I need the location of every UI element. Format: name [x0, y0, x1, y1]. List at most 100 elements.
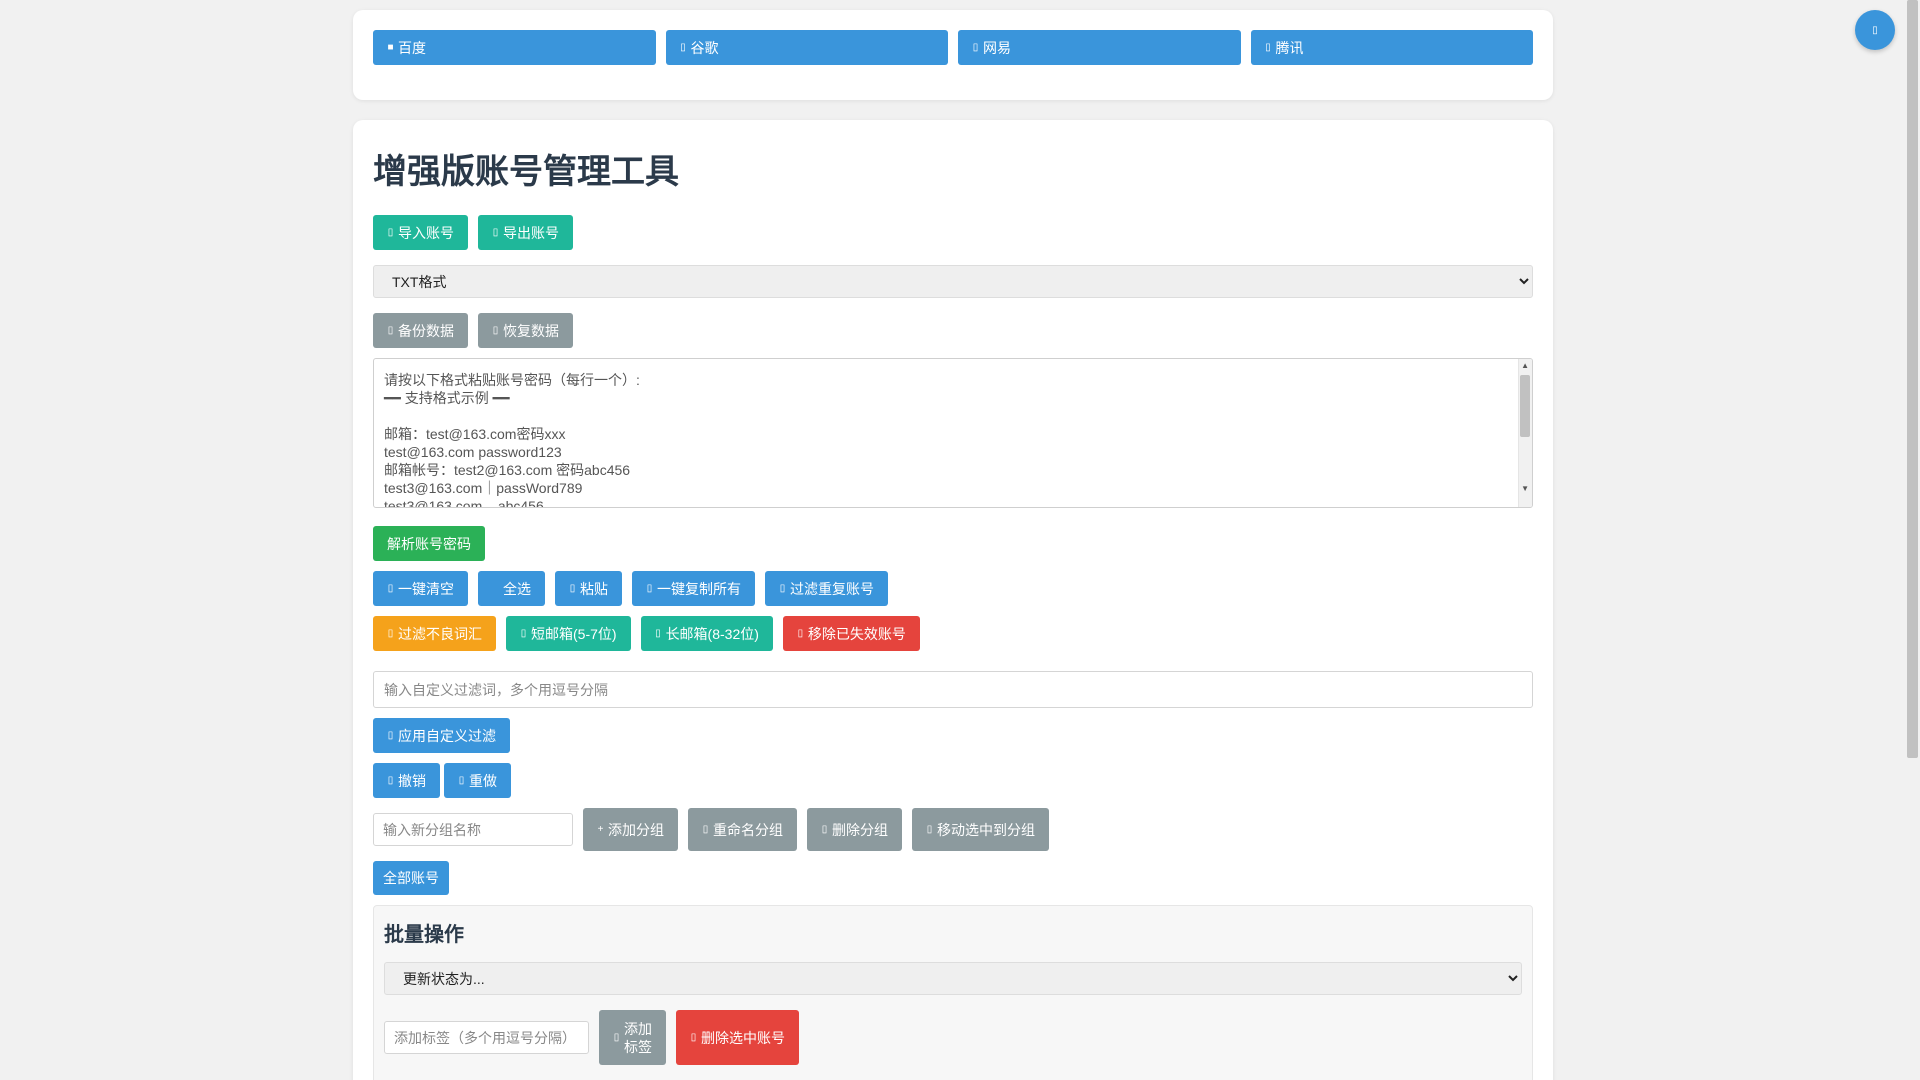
envelope-icon: ▯ [520, 628, 527, 639]
delete-group-label: 删除分组 [832, 821, 888, 838]
delete-selected-label: 删除选中账号 [701, 1029, 785, 1046]
page-title: 增强版账号管理工具 [373, 153, 679, 191]
tag-input[interactable]: 添加标签（多个用逗号分隔） [384, 1021, 589, 1054]
batch-tag-row: 添加标签（多个用逗号分隔） ▯ 添加 标签 ▯ 删除选中账号 [384, 1010, 1522, 1065]
nav-baidu-button[interactable]: ■ 百度 [373, 30, 656, 65]
accounts-textarea[interactable]: 请按以下格式粘贴账号密码（每行一个）: ━━ 支持格式示例 ━━ 邮箱：test… [373, 358, 1533, 508]
add-tag-button[interactable]: ▯ 添加 标签 [599, 1010, 666, 1065]
custom-filter-placeholder: 输入自定义过滤词，多个用逗号分隔 [384, 681, 608, 698]
filter-bad-words-button[interactable]: ▯ 过滤不良词汇 [373, 616, 496, 651]
trash-icon: ▯ [821, 824, 828, 835]
restore-icon: ▯ [492, 325, 499, 336]
nav-netease-button[interactable]: ▯ 网易 [958, 30, 1241, 65]
copy-all-label: 一键复制所有 [657, 580, 741, 597]
actions-row-1: ▯ 一键清空 全选 ▯ 粘贴 ▯ 一键复制所有 ▯ 过滤重复账号 [373, 571, 1533, 606]
main-card: 增强版账号管理工具 ▯ 导入账号 ▯ 导出账号 TXT格式 ▯ 备份数据 ▯ 恢复数据 … [353, 120, 1553, 1080]
textarea-scroll-thumb[interactable] [1520, 375, 1530, 437]
restore-label: 恢复数据 [503, 322, 559, 339]
paste-icon: ▯ [569, 583, 576, 594]
group-name-placeholder: 输入新分组名称 [383, 821, 481, 838]
group-tabs: 全部账号 [373, 861, 1533, 895]
import-icon: ▯ [387, 227, 394, 238]
rename-group-button[interactable]: ▯ 重命名分组 [688, 808, 797, 851]
actions-row-2: ▯ 过滤不良词汇 ▯ 短邮箱(5-7位) ▯ 长邮箱(8-32位) ▯ 移除已失效账号 [373, 616, 1533, 651]
nav-baidu-label: 百度 [398, 39, 426, 56]
dedupe-button[interactable]: ▯ 过滤重复账号 [765, 571, 888, 606]
delete-selected-button[interactable]: ▯ 删除选中账号 [676, 1010, 799, 1065]
long-mail-label: 长邮箱(8-32位) [665, 625, 759, 642]
restore-button[interactable]: ▯ 恢复数据 [478, 313, 573, 348]
clear-button[interactable]: ▯ 一键清空 [373, 571, 468, 606]
paw-icon: ■ [387, 42, 394, 53]
short-mail-button[interactable]: ▯ 短邮箱(5-7位) [506, 616, 631, 651]
undo-button[interactable]: ▯ 撤销 [373, 763, 440, 798]
quick-links-card: ■ 百度 ▯ 谷歌 ▯ 网易 ▯ 腾讯 [353, 10, 1553, 100]
quick-links-row: ■ 百度 ▯ 谷歌 ▯ 网易 ▯ 腾讯 [373, 30, 1533, 65]
dedupe-label: 过滤重复账号 [790, 580, 874, 597]
move-to-group-button[interactable]: ▯ 移动选中到分组 [912, 808, 1049, 851]
envelope-icon: ▯ [655, 628, 661, 639]
long-mail-button[interactable]: ▯ 长邮箱(8-32位) [640, 616, 773, 651]
paste-label: 粘贴 [580, 580, 608, 597]
redo-label: 重做 [469, 772, 497, 789]
parse-button[interactable]: 解析账号密码 [373, 526, 485, 561]
scroll-down-icon[interactable]: ▼ [1521, 484, 1529, 493]
filter-icon: ▯ [387, 730, 394, 741]
backup-button[interactable]: ▯ 备份数据 [373, 313, 468, 348]
redo-button[interactable]: ▯ 重做 [444, 763, 511, 798]
copy-all-button[interactable]: ▯ 一键复制所有 [632, 571, 755, 606]
export-button[interactable]: ▯ 导出账号 [478, 215, 573, 250]
parse-label: 解析账号密码 [387, 535, 471, 552]
move-to-group-label: 移动选中到分组 [937, 821, 1035, 838]
apply-filter-label: 应用自定义过滤 [398, 727, 496, 744]
nav-google-label: 谷歌 [690, 39, 719, 56]
filter-icon: ▯ [779, 583, 786, 594]
undo-redo-row: ▯ 撤销 ▯ 重做 [373, 763, 1533, 798]
tab-all-accounts[interactable]: 全部账号 [373, 861, 449, 895]
add-group-button[interactable]: + 添加分组 [583, 808, 678, 851]
tag-icon: ▯ [613, 1031, 620, 1043]
settings-icon[interactable]: ▯ [1855, 10, 1895, 50]
nav-tencent-button[interactable]: ▯ 腾讯 [1250, 30, 1533, 65]
add-group-label: 添加分组 [608, 821, 664, 838]
nav-tencent-label: 腾讯 [1275, 39, 1304, 56]
paste-button[interactable]: ▯ 粘贴 [555, 571, 622, 606]
group-name-input[interactable]: 输入新分组名称 [373, 813, 573, 846]
status-select[interactable]: 更新状态为... [384, 962, 1522, 995]
select-all-label: 全选 [503, 580, 531, 597]
textarea-placeholder: 请按以下格式粘贴账号密码（每行一个）: ━━ 支持格式示例 ━━ 邮箱：test… [384, 372, 640, 508]
select-all-button[interactable]: 全选 [478, 571, 545, 606]
trash-icon: ▯ [387, 583, 394, 594]
backup-icon: ▯ [387, 325, 394, 336]
group-row: 输入新分组名称 + 添加分组 ▯ 重命名分组 ▯ 删除分组 ▯ 移动选中到分组 [373, 808, 1533, 851]
trash-icon: ▯ [690, 1032, 697, 1043]
format-select[interactable]: TXT格式 [373, 265, 1533, 298]
copy-icon: ▯ [646, 583, 653, 594]
backup-label: 备份数据 [398, 322, 454, 339]
scroll-up-icon[interactable]: ▲ [1521, 361, 1529, 370]
remove-invalid-button[interactable]: ▯ 移除已失效账号 [782, 616, 920, 651]
nav-google-button[interactable]: ▯ 谷歌 [665, 30, 948, 65]
tag-placeholder: 添加标签（多个用逗号分隔） [394, 1029, 576, 1046]
apply-filter-button[interactable]: ▯ 应用自定义过滤 [373, 718, 510, 753]
app-container: ■ 百度 ▯ 谷歌 ▯ 网易 ▯ 腾讯 增强版账号管理工具 ▯ 导入账号 ▯ 导出账号 TX… [353, 10, 1553, 1080]
add-tag-label: 添加 标签 [624, 1020, 652, 1055]
delete-group-button[interactable]: ▯ 删除分组 [807, 808, 902, 851]
batch-panel: 批量操作 更新状态为... 添加标签（多个用逗号分隔） ▯ 添加 标签 ▯ 删除选中… [373, 905, 1533, 1080]
page-scroll-thumb[interactable] [1907, 0, 1918, 758]
backup-row: ▯ 备份数据 ▯ 恢复数据 [373, 313, 1533, 348]
remove-invalid-label: 移除已失效账号 [807, 625, 906, 642]
ban-icon: ▯ [387, 628, 394, 639]
short-mail-label: 短邮箱(5-7位) [531, 625, 617, 642]
filter-bad-label: 过滤不良词汇 [398, 625, 482, 642]
import-export-row: ▯ 导入账号 ▯ 导出账号 [373, 215, 1533, 250]
nav-netease-label: 网易 [983, 39, 1011, 56]
custom-filter-input[interactable]: 输入自定义过滤词，多个用逗号分隔 [373, 671, 1533, 708]
textarea-scrollbar[interactable]: ▲ ▼ [1518, 359, 1532, 507]
clear-label: 一键清空 [398, 580, 454, 597]
import-button[interactable]: ▯ 导入账号 [373, 215, 468, 250]
export-icon: ▯ [492, 227, 499, 238]
page-scrollbar[interactable] [1905, 0, 1920, 1080]
edit-icon: ▯ [702, 824, 709, 835]
google-icon: ▯ [680, 42, 686, 53]
